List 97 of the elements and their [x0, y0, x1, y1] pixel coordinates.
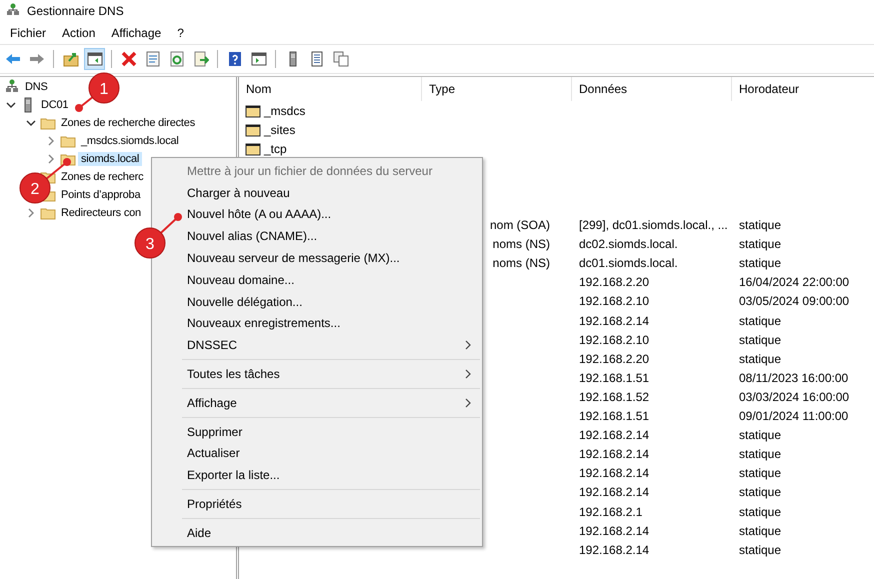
table-cell: statique: [739, 428, 782, 442]
folder-icon: [245, 140, 261, 157]
context-menu-item[interactable]: DNSSEC: [187, 334, 482, 356]
window-play-icon: [250, 51, 266, 67]
table-cell: [299], dc01.siomds.local., ...: [579, 218, 728, 232]
table-cell: statique: [739, 485, 782, 500]
folder-icon: [245, 102, 261, 119]
step-callout: 1: [75, 72, 120, 112]
table-cell: statique: [739, 218, 782, 232]
table-cell: dc02.siomds.local.: [579, 237, 678, 252]
context-menu-item[interactable]: Supprimer: [187, 420, 482, 443]
list-icon: [308, 51, 324, 67]
table-cell: nom (SOA): [490, 218, 550, 232]
table-cell: 192.168.1.51: [579, 370, 650, 385]
properties-icon: [144, 51, 160, 67]
table-cell: statique: [739, 542, 782, 557]
context-menu-item[interactable]: Toutes les tâches: [187, 363, 482, 385]
table-cell: 192.168.1.51: [579, 409, 650, 424]
table-cell: 192.168.1.52: [579, 390, 650, 404]
tree-item[interactable]: Zones de recherche directes: [58, 116, 198, 130]
table-cell: statique: [739, 447, 782, 462]
table-cell: noms (NS): [492, 237, 550, 252]
context-menu-item[interactable]: Nouveaux enregistrements...: [187, 312, 482, 334]
chevron-right-icon[interactable]: [26, 208, 36, 218]
table-cell: 192.168.2.14: [579, 314, 650, 328]
table-cell: 03/03/2024 16:00:00: [739, 390, 850, 404]
copy-icon: [332, 51, 348, 67]
table-cell: 192.168.2.14: [579, 542, 650, 557]
table-cell: statique: [739, 237, 782, 252]
folder-icon: [245, 122, 261, 138]
table-cell: 192.168.2.1: [579, 504, 642, 519]
table-cell: statique: [739, 524, 782, 538]
table-cell: 09/01/2024 11:00:00: [739, 409, 848, 424]
context-menu-item[interactable]: Aide: [187, 522, 482, 544]
context-menu-item[interactable]: Propriétés: [187, 493, 482, 515]
table-cell: dc01.siomds.local.: [579, 256, 678, 270]
dns-icon: [4, 79, 20, 95]
column-header[interactable]: Nom: [239, 77, 422, 101]
menu-item[interactable]: ?: [171, 24, 190, 42]
table-cell: 192.168.2.20: [579, 352, 650, 366]
table-cell: _tcp: [264, 142, 287, 156]
table-cell: 192.168.2.20: [579, 275, 650, 290]
tree-item[interactable]: Redirecteurs con: [58, 206, 144, 220]
tree-item[interactable]: _msdcs.siomds.local: [78, 134, 182, 148]
table-cell: 192.168.2.14: [579, 447, 650, 462]
context-menu-item[interactable]: Charger à nouveau: [187, 182, 482, 204]
table-cell: 192.168.2.14: [579, 428, 650, 442]
context-menu-item[interactable]: Nouvelle délégation...: [187, 290, 482, 313]
tree-item[interactable]: DC01: [38, 98, 72, 112]
column-header[interactable]: Type: [422, 77, 572, 101]
export-icon: [192, 51, 208, 67]
chevron-down-icon[interactable]: [6, 100, 16, 110]
table-cell: 192.168.2.14: [579, 466, 650, 480]
folder-up-icon: [62, 51, 78, 67]
table-cell: _sites: [264, 122, 296, 137]
menu-item[interactable]: Action: [56, 24, 102, 42]
chevron-right-icon[interactable]: [46, 154, 56, 164]
table-cell: statique: [739, 352, 782, 366]
table-cell: 192.168.2.14: [579, 524, 650, 538]
table-cell: statique: [739, 504, 782, 519]
table-cell: statique: [739, 466, 782, 480]
table-cell: statique: [739, 332, 782, 347]
help-icon: [226, 51, 242, 67]
arrow-right-icon: [28, 51, 44, 67]
delete-icon: [120, 51, 136, 67]
table-cell: noms (NS): [492, 256, 550, 270]
arrow-left-icon: [4, 51, 20, 67]
context-menu-item[interactable]: Nouvel alias (CNAME)...: [187, 225, 482, 248]
context-menu-item[interactable]: Nouveau serveur de messagerie (MX)...: [187, 247, 482, 269]
context-menu-item[interactable]: Affichage: [187, 392, 482, 414]
table-cell: 192.168.2.14: [579, 485, 650, 500]
table-cell: _msdcs: [264, 104, 306, 118]
menu-item[interactable]: Fichier: [4, 24, 52, 42]
window-title: Gestionnaire DNS: [27, 4, 124, 18]
show-pane-button[interactable]: [84, 48, 105, 70]
context-menu-item[interactable]: Exporter la liste...: [187, 464, 482, 486]
table-cell: statique: [739, 314, 782, 328]
table-cell: 08/11/2023 16:00:00: [739, 370, 848, 385]
tree-item[interactable]: siomds.local: [78, 152, 142, 166]
table-cell: 16/04/2024 22:00:00: [739, 275, 850, 290]
context-menu-item[interactable]: Nouveau domaine...: [187, 268, 482, 291]
chevron-down-icon[interactable]: [26, 118, 36, 128]
table-cell: 192.168.2.10: [579, 294, 650, 308]
table-cell: 192.168.2.10: [579, 332, 650, 347]
refresh-icon: [168, 51, 184, 67]
menu-item[interactable]: Affichage: [105, 24, 168, 42]
table-cell: 03/05/2024 09:00:00: [739, 294, 850, 308]
column-header[interactable]: Horodateur: [732, 77, 874, 101]
chevron-right-icon[interactable]: [46, 136, 56, 146]
window-pane-icon: [86, 51, 102, 67]
tree-item[interactable]: Zones de recherc: [58, 170, 146, 184]
column-header[interactable]: Données: [572, 77, 732, 101]
context-menu-item[interactable]: Actualiser: [187, 442, 482, 464]
table-cell: statique: [739, 256, 782, 270]
tree-item[interactable]: DNS: [22, 80, 51, 94]
tree-item[interactable]: Points d’approba: [58, 188, 144, 202]
context-menu-item[interactable]: Nouvel hôte (A ou AAAA)...: [187, 204, 482, 226]
